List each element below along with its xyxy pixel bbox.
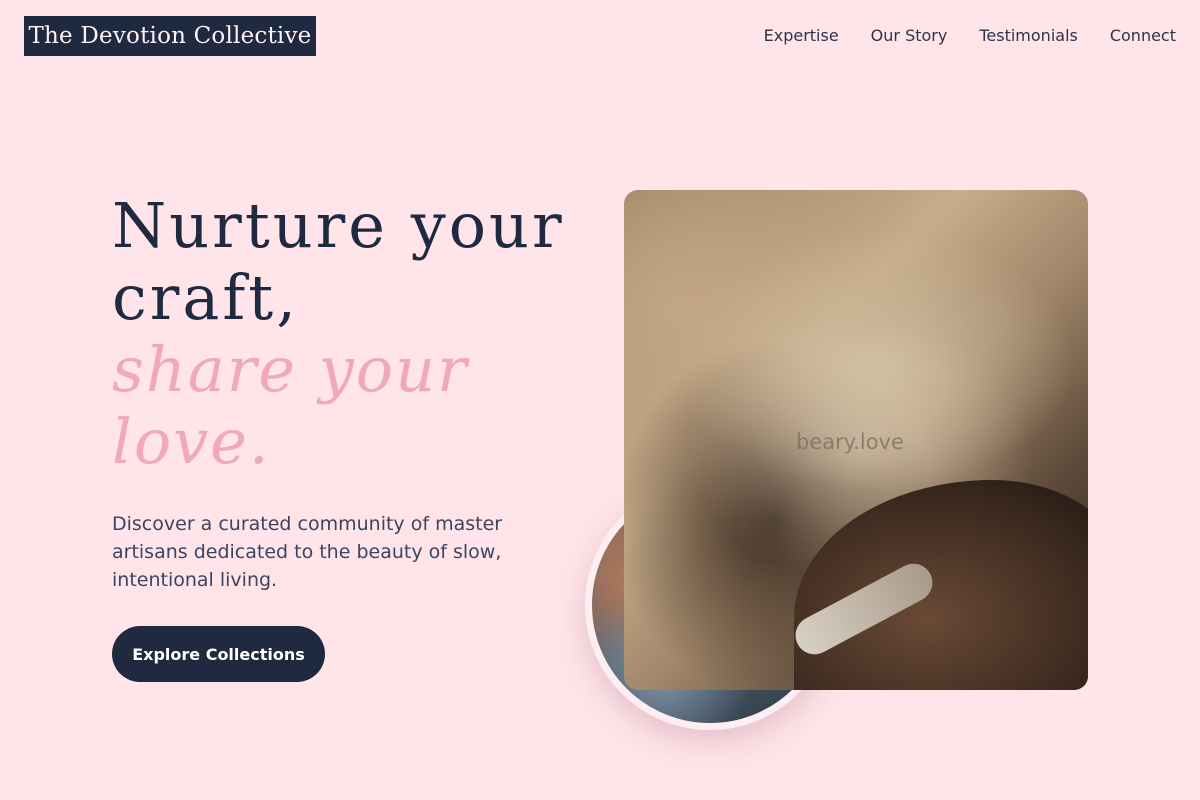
hero-main-image: beary.love bbox=[624, 190, 1088, 690]
nav-link-expertise[interactable]: Expertise bbox=[764, 24, 839, 48]
main-nav: Expertise Our Story Testimonials Connect bbox=[764, 24, 1176, 48]
landing-page: The Devotion Collective Expertise Our St… bbox=[0, 0, 1200, 800]
headline-line-4: love. bbox=[112, 405, 271, 478]
headline-line-3: share your bbox=[112, 333, 469, 406]
headline-line-2: craft, bbox=[112, 261, 299, 334]
nav-link-testimonials[interactable]: Testimonials bbox=[979, 24, 1078, 48]
image-watermark: beary.love bbox=[796, 430, 904, 454]
hero-headline: Nurture your craft, share your love. bbox=[112, 190, 582, 478]
nav-link-connect[interactable]: Connect bbox=[1110, 24, 1176, 48]
brand-logo[interactable]: The Devotion Collective bbox=[24, 16, 316, 56]
nav-link-our-story[interactable]: Our Story bbox=[871, 24, 948, 48]
hero-description: Discover a curated community of master a… bbox=[112, 513, 503, 591]
explore-collections-button[interactable]: Explore Collections bbox=[112, 626, 325, 682]
headline-line-1: Nurture your bbox=[112, 189, 565, 262]
